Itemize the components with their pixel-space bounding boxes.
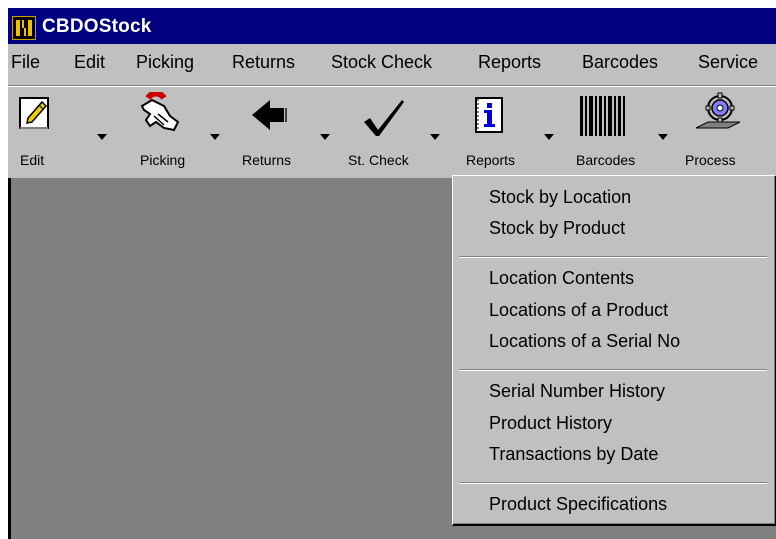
menu-item-stock-by-product[interactable]: Stock by Product [489, 218, 625, 239]
toolbar-barcodes-button[interactable]: Barcodes [564, 86, 670, 178]
picking-dropdown-arrow-icon[interactable] [210, 134, 220, 140]
toolbar-reports-label: Reports [466, 152, 516, 168]
client-border [8, 178, 11, 539]
toolbar-stock-check-label: St. Check [348, 152, 409, 168]
returns-dropdown-arrow-icon[interactable] [320, 134, 330, 140]
menu-item-product-specifications[interactable]: Product Specifications [489, 494, 667, 515]
toolbar: Edit Picking Returns St. Check Reports B… [8, 85, 776, 179]
menu-service[interactable]: Service [698, 52, 758, 73]
menu-stock-check[interactable]: Stock Check [331, 52, 432, 73]
menu-bar: File Edit Picking Returns Stock Check Re… [8, 44, 776, 84]
edit-pencil-icon [18, 96, 52, 137]
menu-item-transactions-by-date[interactable]: Transactions by Date [489, 444, 658, 465]
menu-barcodes[interactable]: Barcodes [582, 52, 658, 73]
toolbar-returns-button[interactable]: Returns [232, 86, 342, 178]
menu-separator [459, 482, 767, 484]
reports-info-icon [472, 96, 506, 141]
menu-separator [459, 369, 767, 371]
window-title: CBDOStock [42, 16, 152, 37]
menu-item-serial-number-history[interactable]: Serial Number History [489, 381, 665, 402]
stock-check-dropdown-arrow-icon[interactable] [430, 134, 440, 140]
title-bar[interactable]: CBDOStock [8, 8, 776, 44]
toolbar-picking-label: Picking [140, 152, 186, 168]
toolbar-process-button[interactable]: Process [672, 86, 776, 178]
toolbar-edit-button[interactable]: Edit [8, 86, 118, 178]
menu-returns[interactable]: Returns [232, 52, 295, 73]
barcodes-dropdown-arrow-icon[interactable] [658, 134, 668, 140]
menu-item-locations-of-a-product[interactable]: Locations of a Product [489, 300, 668, 321]
process-gear-icon [694, 92, 742, 137]
application-window: CBDOStock File Edit Picking Returns Stoc… [8, 8, 776, 539]
toolbar-returns-label: Returns [242, 152, 292, 168]
reports-dropdown-arrow-icon[interactable] [544, 134, 554, 140]
menu-item-stock-by-location[interactable]: Stock by Location [489, 187, 631, 208]
checkmark-icon [362, 98, 406, 143]
menu-file[interactable]: File [11, 52, 40, 73]
reports-dropdown-menu: Stock by Location Stock by Product Locat… [452, 175, 776, 526]
toolbar-picking-button[interactable]: Picking [120, 86, 230, 178]
menu-item-locations-of-serial-no[interactable]: Locations of a Serial No [489, 331, 680, 352]
returns-arrow-icon [250, 98, 290, 137]
menu-item-location-contents[interactable]: Location Contents [489, 268, 634, 289]
menu-edit[interactable]: Edit [74, 52, 105, 73]
app-logo-icon [12, 16, 36, 40]
toolbar-stock-check-button[interactable]: St. Check [342, 86, 452, 178]
toolbar-process-label: Process [685, 152, 736, 168]
picking-hand-icon [134, 90, 186, 139]
toolbar-reports-button[interactable]: Reports [454, 86, 562, 178]
toolbar-edit-label: Edit [20, 152, 45, 168]
menu-picking[interactable]: Picking [136, 52, 194, 73]
barcode-icon [578, 94, 628, 143]
menu-item-product-history[interactable]: Product History [489, 413, 612, 434]
menu-separator [459, 256, 767, 258]
edit-dropdown-arrow-icon[interactable] [97, 134, 107, 140]
toolbar-barcodes-label: Barcodes [576, 152, 636, 168]
menu-reports[interactable]: Reports [478, 52, 541, 73]
